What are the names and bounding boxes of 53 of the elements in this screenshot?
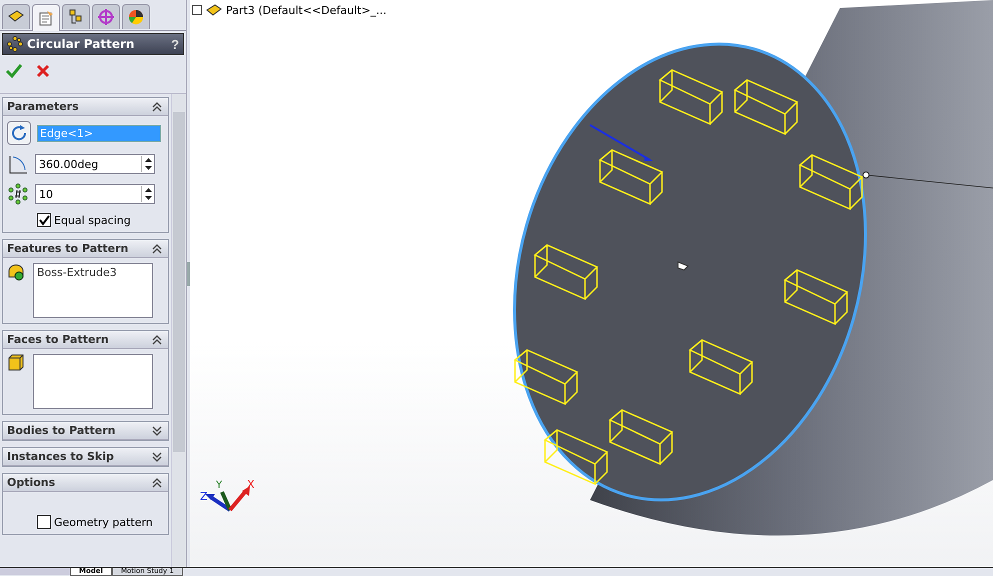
angle-icon (7, 153, 29, 175)
color-ball-icon (127, 8, 145, 26)
expand-box-icon[interactable] (192, 5, 202, 15)
axis-triad-drawing (205, 486, 250, 512)
instance-count-icon (7, 183, 29, 205)
checkbox-label: Equal spacing (54, 214, 131, 226)
splitter-handle[interactable] (187, 262, 190, 286)
close-icon[interactable] (35, 63, 51, 79)
collapse-icon[interactable] (152, 334, 162, 344)
y-axis-label: Y (216, 480, 222, 491)
circular-pattern-icon (7, 36, 23, 52)
selection-list[interactable] (33, 354, 153, 409)
x-axis-label: X (247, 478, 255, 491)
expand-icon[interactable] (152, 426, 162, 436)
section-title: Options (7, 476, 56, 489)
panel-tab[interactable] (2, 4, 30, 29)
tree-node[interactable]: Part3 (Default<<Default>_... (226, 4, 387, 16)
direction-button[interactable] (7, 121, 31, 145)
z-axis-label: Z (200, 490, 208, 503)
feature-icon (7, 263, 25, 281)
panel-tab[interactable] (32, 4, 60, 31)
section-title: Features to Pattern (7, 242, 130, 255)
panel-tab[interactable] (62, 4, 90, 29)
list-item[interactable]: Boss-Extrude3 (37, 266, 149, 279)
collapse-icon[interactable] (152, 478, 162, 488)
count-spin-field[interactable]: 10 (35, 184, 155, 204)
section-title: Parameters (7, 100, 80, 113)
rotate-arrow-icon (10, 124, 28, 142)
checkbox-label: Geometry pattern (54, 516, 153, 528)
section-title: Bodies to Pattern (7, 424, 116, 437)
section-title: Faces to Pattern (7, 333, 110, 346)
section-title: Instances to Skip (7, 450, 115, 463)
panel-title: Circular Pattern (27, 37, 136, 51)
part-icon (205, 2, 223, 18)
panel-tab[interactable] (122, 4, 150, 29)
checkmark-icon[interactable] (5, 63, 23, 79)
count-value: 10 (38, 188, 54, 200)
help-button[interactable]: ? (171, 36, 180, 52)
collapse-icon[interactable] (152, 102, 162, 112)
scroll-thumb[interactable] (173, 112, 186, 452)
checkbox[interactable] (37, 213, 51, 227)
selection-list[interactable]: Boss-Extrude3 (33, 263, 153, 318)
properties-icon (37, 9, 55, 27)
cube-icon (7, 354, 25, 372)
spin-arrows-icon[interactable] (144, 187, 152, 201)
crosshair-icon (97, 8, 115, 26)
spin-arrows-icon[interactable] (144, 157, 152, 171)
checkbox[interactable] (37, 515, 51, 529)
collapse-icon[interactable] (152, 244, 162, 254)
scrollbar[interactable] (171, 94, 186, 567)
angle-spin-field[interactable]: 360.00deg (35, 154, 155, 174)
expand-icon[interactable] (152, 452, 162, 462)
angle-value: 360.00deg (38, 158, 100, 170)
